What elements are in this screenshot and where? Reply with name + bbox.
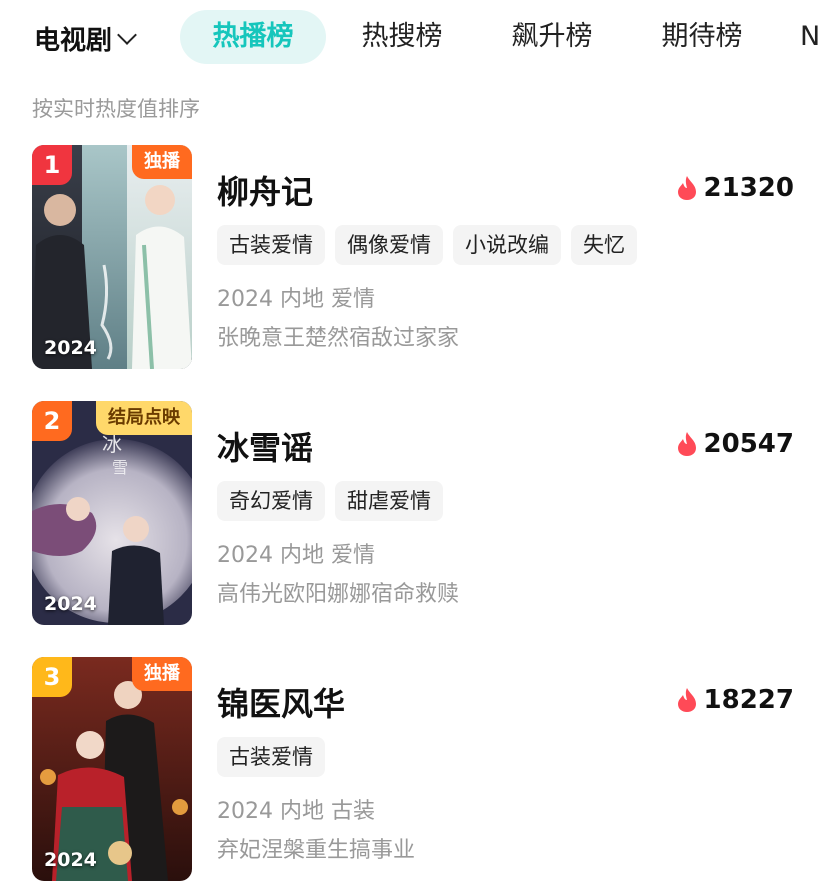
poster-year: 2024	[44, 337, 97, 359]
heat-score: 18227	[676, 685, 794, 715]
show-description: 张晚意王楚然宿敌过家家	[217, 326, 460, 351]
exclusive-badge: 独播	[132, 657, 192, 691]
rank-badge: 2	[32, 401, 72, 441]
svg-text:冰: 冰	[102, 432, 122, 456]
tab-anticipated[interactable]: 期待榜	[640, 10, 764, 64]
tab-rising[interactable]: 飙升榜	[490, 10, 614, 64]
finale-badge: 结局点映	[96, 401, 192, 435]
category-selector[interactable]: 电视剧	[34, 20, 137, 57]
tag-chip[interactable]: 偶像爱情	[335, 225, 443, 265]
tag-chip[interactable]: 甜虐爱情	[335, 481, 443, 521]
tag-list: 奇幻爱情 甜虐爱情	[217, 481, 443, 521]
poster-image[interactable]: 3 独播 2024	[32, 657, 192, 881]
show-title[interactable]: 锦医风华	[217, 679, 345, 725]
rank-badge: 3	[32, 657, 72, 697]
tab-hot-play[interactable]: 热播榜	[180, 10, 326, 64]
tag-list: 古装爱情 偶像爱情 小说改编 失忆	[217, 225, 637, 265]
show-meta: 2024 内地 古装	[217, 799, 375, 824]
poster-image[interactable]: 1 独播 2024	[32, 145, 192, 369]
flame-icon	[677, 688, 696, 712]
svg-text:雪: 雪	[112, 458, 128, 477]
show-title[interactable]: 冰雪谣	[217, 423, 313, 469]
heat-score: 21320	[676, 173, 794, 203]
tab-next-partial[interactable]: N	[800, 10, 828, 64]
sort-description: 按实时热度值排序	[32, 97, 200, 121]
tab-hot-search[interactable]: 热搜榜	[340, 10, 464, 64]
show-description: 高伟光欧阳娜娜宿命救赎	[217, 582, 460, 607]
flame-icon	[677, 176, 696, 200]
poster-year: 2024	[44, 849, 97, 871]
heat-score: 20547	[676, 429, 794, 459]
poster-year: 2024	[44, 593, 97, 615]
rank-badge: 1	[32, 145, 72, 185]
tag-chip[interactable]: 古装爱情	[217, 225, 325, 265]
heat-value: 20547	[703, 429, 794, 459]
heat-value: 18227	[703, 685, 794, 715]
chevron-down-icon	[117, 24, 137, 45]
heat-value: 21320	[703, 173, 794, 203]
tag-chip[interactable]: 失忆	[571, 225, 637, 265]
tag-chip[interactable]: 小说改编	[453, 225, 561, 265]
tag-chip[interactable]: 奇幻爱情	[217, 481, 325, 521]
show-meta: 2024 内地 爱情	[217, 543, 375, 568]
show-description: 弃妃涅槃重生搞事业	[217, 838, 416, 863]
flame-icon	[677, 432, 696, 456]
list-item[interactable]: 冰 雪 2 结局点映 2024 冰雪谣 20547 奇幻爱情 甜虐爱情 2024…	[0, 401, 828, 631]
tag-list: 古装爱情	[217, 737, 325, 777]
top-nav: 电视剧 热播榜 热搜榜 飙升榜 期待榜 N	[0, 0, 828, 76]
list-item[interactable]: 3 独播 2024 锦医风华 18227 古装爱情 2024 内地 古装 弃妃涅…	[0, 657, 828, 887]
list-item[interactable]: 1 独播 2024 柳舟记 21320 古装爱情 偶像爱情 小说改编 失忆 20…	[0, 145, 828, 375]
exclusive-badge: 独播	[132, 145, 192, 179]
show-title[interactable]: 柳舟记	[217, 167, 313, 213]
category-label: 电视剧	[34, 26, 113, 56]
show-meta: 2024 内地 爱情	[217, 287, 375, 312]
poster-image[interactable]: 冰 雪 2 结局点映 2024	[32, 401, 192, 625]
tag-chip[interactable]: 古装爱情	[217, 737, 325, 777]
